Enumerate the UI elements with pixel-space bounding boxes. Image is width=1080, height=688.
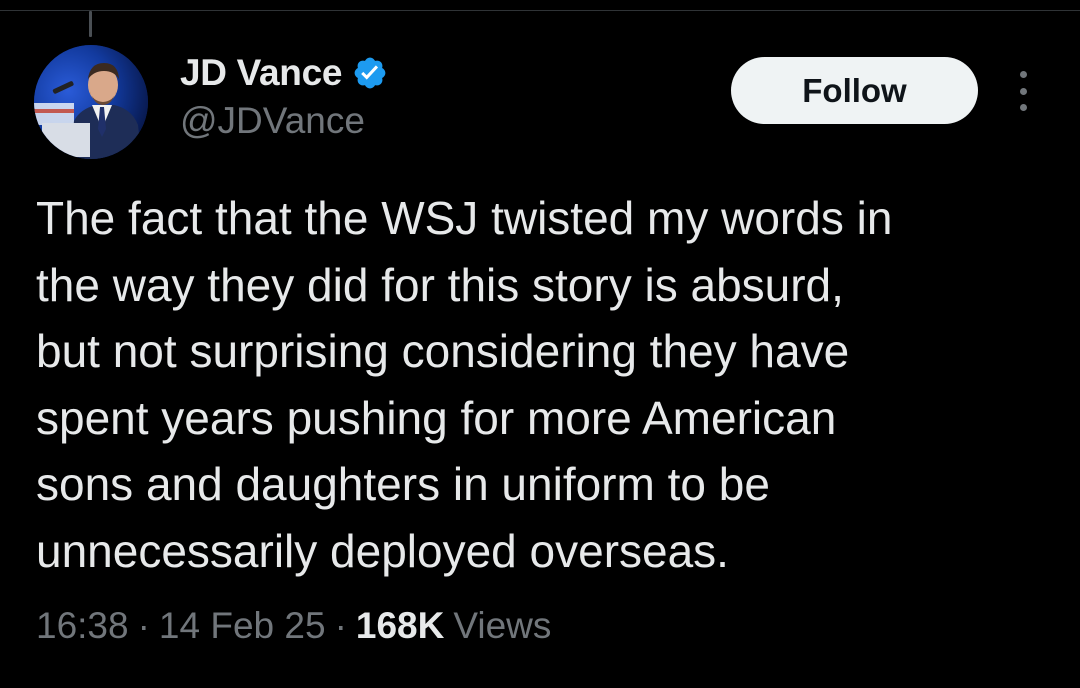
follow-button[interactable]: Follow xyxy=(731,57,978,124)
author-name-row: JD Vance xyxy=(180,50,388,96)
author-handle[interactable]: @JDVance xyxy=(180,100,365,142)
avatar[interactable] xyxy=(34,45,148,159)
views-label[interactable]: Views xyxy=(453,605,551,647)
more-options-icon[interactable] xyxy=(1010,71,1036,111)
tweet-text-line: sons and daughters in uniform to be xyxy=(36,458,770,510)
meta-separator: · xyxy=(334,605,347,646)
tweet-text-line: The fact that the WSJ twisted my words i… xyxy=(36,192,893,244)
more-options-dot xyxy=(1019,104,1027,111)
tweet-text-line: the way they did for this story is absur… xyxy=(36,258,844,311)
verified-badge-icon[interactable] xyxy=(352,55,388,91)
thread-connector-line xyxy=(89,11,92,37)
tweet-meta: 16:38 · 14 Feb 25 · 168K Views xyxy=(36,605,551,647)
tweet-date[interactable]: 14 Feb 25 xyxy=(159,605,326,647)
more-options-dot xyxy=(1019,71,1027,78)
avatar-photo xyxy=(34,45,148,159)
tweet-text-line: spent years pushing for more American xyxy=(36,391,837,444)
more-options-dot xyxy=(1019,87,1027,95)
tweet-text-line: but not surprising considering they have xyxy=(36,325,850,377)
tweet-text: The fact that the WSJ twisted my words i… xyxy=(36,185,1056,584)
top-divider xyxy=(0,10,1080,11)
tweet-text-line: unnecessarily deployed overseas. xyxy=(36,524,729,577)
meta-separator: · xyxy=(137,605,150,646)
views-count[interactable]: 168K xyxy=(356,605,444,647)
tweet-time[interactable]: 16:38 xyxy=(36,605,129,647)
author-display-name[interactable]: JD Vance xyxy=(180,52,342,94)
